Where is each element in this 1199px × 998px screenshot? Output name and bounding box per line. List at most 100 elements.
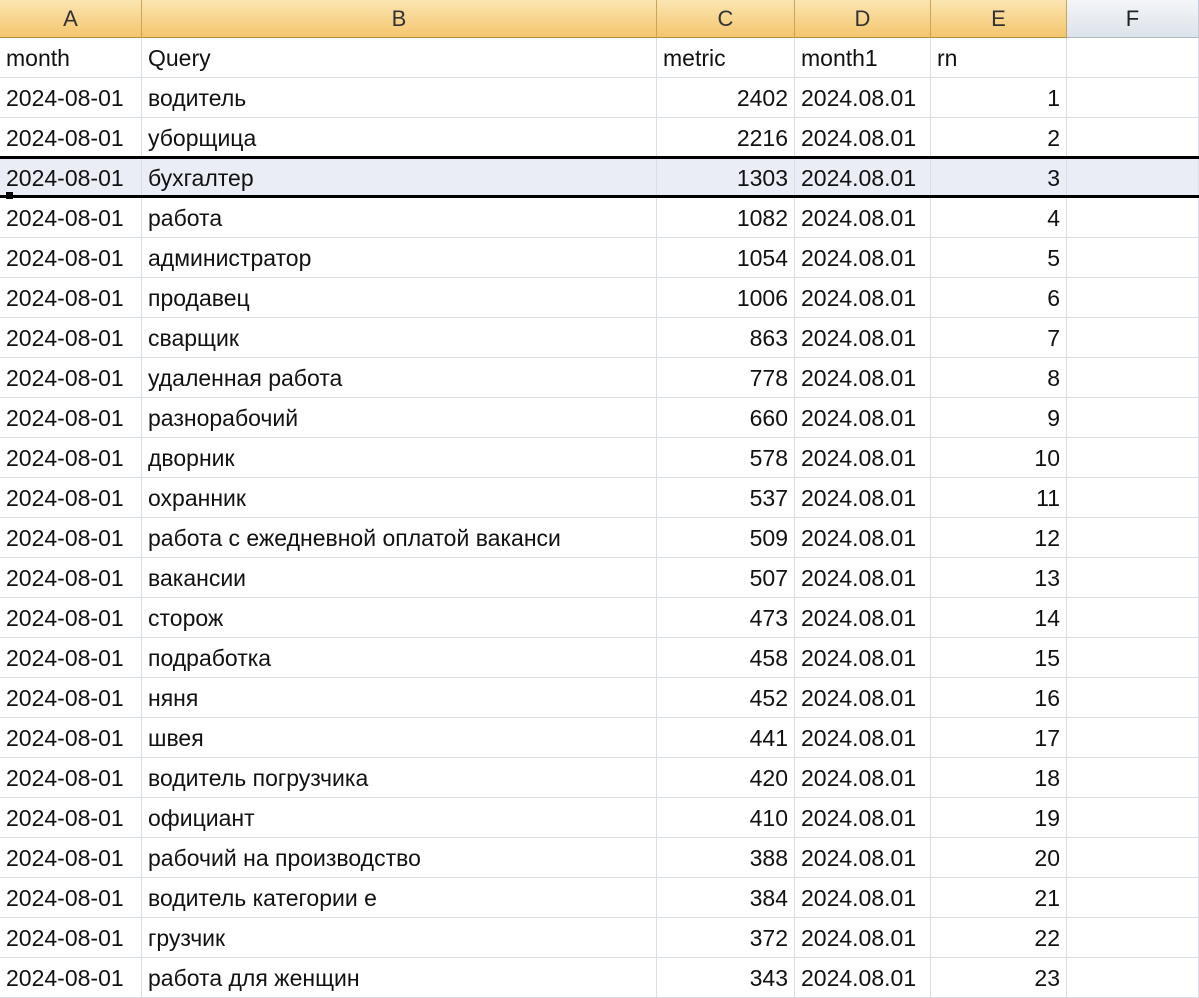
cell-query[interactable]: дворник: [142, 438, 657, 478]
cell-query[interactable]: сварщик: [142, 318, 657, 358]
cell-metric[interactable]: 507: [657, 558, 795, 598]
cell-rn[interactable]: 13: [931, 558, 1067, 598]
cell-month1[interactable]: 2024.08.01: [795, 718, 931, 758]
cell-metric[interactable]: 2402: [657, 78, 795, 118]
cell-month1[interactable]: 2024.08.01: [795, 558, 931, 598]
table-row[interactable]: 2024-08-01 работа для женщин 343 2024.08.01…: [0, 958, 1199, 998]
cell-metric[interactable]: 537: [657, 478, 795, 518]
cell-query[interactable]: бухгалтер: [142, 158, 657, 198]
cell-month[interactable]: 2024-08-01: [0, 118, 142, 158]
cell-query[interactable]: няня: [142, 678, 657, 718]
cell-metric[interactable]: 778: [657, 358, 795, 398]
cell-query[interactable]: водитель категории е: [142, 878, 657, 918]
fill-handle[interactable]: [6, 192, 13, 199]
cell-query[interactable]: разнорабочий: [142, 398, 657, 438]
cell-header-f[interactable]: [1067, 38, 1199, 78]
cell-metric[interactable]: 388: [657, 838, 795, 878]
cell-month1[interactable]: 2024.08.01: [795, 918, 931, 958]
cell-month1[interactable]: 2024.08.01: [795, 798, 931, 838]
cell-rn[interactable]: 17: [931, 718, 1067, 758]
cell-month1[interactable]: 2024.08.01: [795, 958, 931, 998]
cell-month[interactable]: 2024-08-01: [0, 678, 142, 718]
cell-month1[interactable]: 2024.08.01: [795, 118, 931, 158]
table-row[interactable]: 2024-08-01 вакансии 507 2024.08.01 13: [0, 558, 1199, 598]
table-row[interactable]: 2024-08-01 водитель 2402 2024.08.01 1: [0, 78, 1199, 118]
cell-month[interactable]: 2024-08-01: [0, 198, 142, 238]
cell-rn[interactable]: 7: [931, 318, 1067, 358]
cell-month1[interactable]: 2024.08.01: [795, 598, 931, 638]
cell-month[interactable]: 2024-08-01: [0, 638, 142, 678]
cell-metric[interactable]: 1303: [657, 158, 795, 198]
cell-query[interactable]: сторож: [142, 598, 657, 638]
table-row[interactable]: 2024-08-01 бухгалтер 1303 2024.08.01 3: [0, 158, 1199, 198]
cell-month1[interactable]: 2024.08.01: [795, 478, 931, 518]
cell-f[interactable]: [1067, 518, 1199, 558]
cell-month1[interactable]: 2024.08.01: [795, 678, 931, 718]
cell-month[interactable]: 2024-08-01: [0, 238, 142, 278]
cell-header-query[interactable]: Query: [142, 38, 657, 78]
cell-month[interactable]: 2024-08-01: [0, 318, 142, 358]
cell-month1[interactable]: 2024.08.01: [795, 758, 931, 798]
cell-f[interactable]: [1067, 398, 1199, 438]
cell-rn[interactable]: 15: [931, 638, 1067, 678]
cell-query[interactable]: удаленная работа: [142, 358, 657, 398]
cell-metric[interactable]: 420: [657, 758, 795, 798]
cell-month[interactable]: 2024-08-01: [0, 718, 142, 758]
cell-f[interactable]: [1067, 758, 1199, 798]
cell-query[interactable]: охранник: [142, 478, 657, 518]
cell-rn[interactable]: 12: [931, 518, 1067, 558]
cell-rn[interactable]: 16: [931, 678, 1067, 718]
cell-month[interactable]: 2024-08-01: [0, 798, 142, 838]
cell-month1[interactable]: 2024.08.01: [795, 398, 931, 438]
table-row[interactable]: 2024-08-01 рабочий на производство 388 2024…: [0, 838, 1199, 878]
cell-metric[interactable]: 1006: [657, 278, 795, 318]
cell-rn[interactable]: 6: [931, 278, 1067, 318]
cell-month[interactable]: 2024-08-01: [0, 158, 142, 198]
cell-rn[interactable]: 14: [931, 598, 1067, 638]
cell-month1[interactable]: 2024.08.01: [795, 318, 931, 358]
table-row[interactable]: 2024-08-01 уборщица 2216 2024.08.01 2: [0, 118, 1199, 158]
cell-rn[interactable]: 8: [931, 358, 1067, 398]
table-row[interactable]: 2024-08-01 сварщик 863 2024.08.01 7: [0, 318, 1199, 358]
cell-month1[interactable]: 2024.08.01: [795, 238, 931, 278]
column-header-a[interactable]: A: [0, 0, 142, 38]
table-row[interactable]: 2024-08-01 швея 441 2024.08.01 17: [0, 718, 1199, 758]
cell-metric[interactable]: 1082: [657, 198, 795, 238]
cell-f[interactable]: [1067, 278, 1199, 318]
column-header-c[interactable]: C: [657, 0, 795, 38]
column-header-d[interactable]: D: [795, 0, 931, 38]
cell-f[interactable]: [1067, 438, 1199, 478]
cell-f[interactable]: [1067, 678, 1199, 718]
cell-query[interactable]: продавец: [142, 278, 657, 318]
cell-month[interactable]: 2024-08-01: [0, 478, 142, 518]
cell-rn[interactable]: 2: [931, 118, 1067, 158]
cell-rn[interactable]: 3: [931, 158, 1067, 198]
cell-rn[interactable]: 5: [931, 238, 1067, 278]
cell-f[interactable]: [1067, 638, 1199, 678]
cell-header-metric[interactable]: metric: [657, 38, 795, 78]
cell-month[interactable]: 2024-08-01: [0, 878, 142, 918]
cell-metric[interactable]: 863: [657, 318, 795, 358]
cell-metric[interactable]: 410: [657, 798, 795, 838]
cell-month[interactable]: 2024-08-01: [0, 918, 142, 958]
column-header-b[interactable]: B: [142, 0, 657, 38]
cell-f[interactable]: [1067, 318, 1199, 358]
cell-month1[interactable]: 2024.08.01: [795, 638, 931, 678]
cell-rn[interactable]: 18: [931, 758, 1067, 798]
table-row[interactable]: 2024-08-01 няня 452 2024.08.01 16: [0, 678, 1199, 718]
cell-rn[interactable]: 10: [931, 438, 1067, 478]
cell-query[interactable]: работа для женщин: [142, 958, 657, 998]
cell-f[interactable]: [1067, 598, 1199, 638]
cell-month[interactable]: 2024-08-01: [0, 598, 142, 638]
cell-month1[interactable]: 2024.08.01: [795, 158, 931, 198]
cell-rn[interactable]: 22: [931, 918, 1067, 958]
cell-rn[interactable]: 19: [931, 798, 1067, 838]
cell-f[interactable]: [1067, 238, 1199, 278]
table-row[interactable]: 2024-08-01 грузчик 372 2024.08.01 22: [0, 918, 1199, 958]
cell-month[interactable]: 2024-08-01: [0, 358, 142, 398]
cell-f[interactable]: [1067, 878, 1199, 918]
cell-query[interactable]: администратор: [142, 238, 657, 278]
cell-metric[interactable]: 1054: [657, 238, 795, 278]
cell-month[interactable]: 2024-08-01: [0, 518, 142, 558]
cell-rn[interactable]: 1: [931, 78, 1067, 118]
